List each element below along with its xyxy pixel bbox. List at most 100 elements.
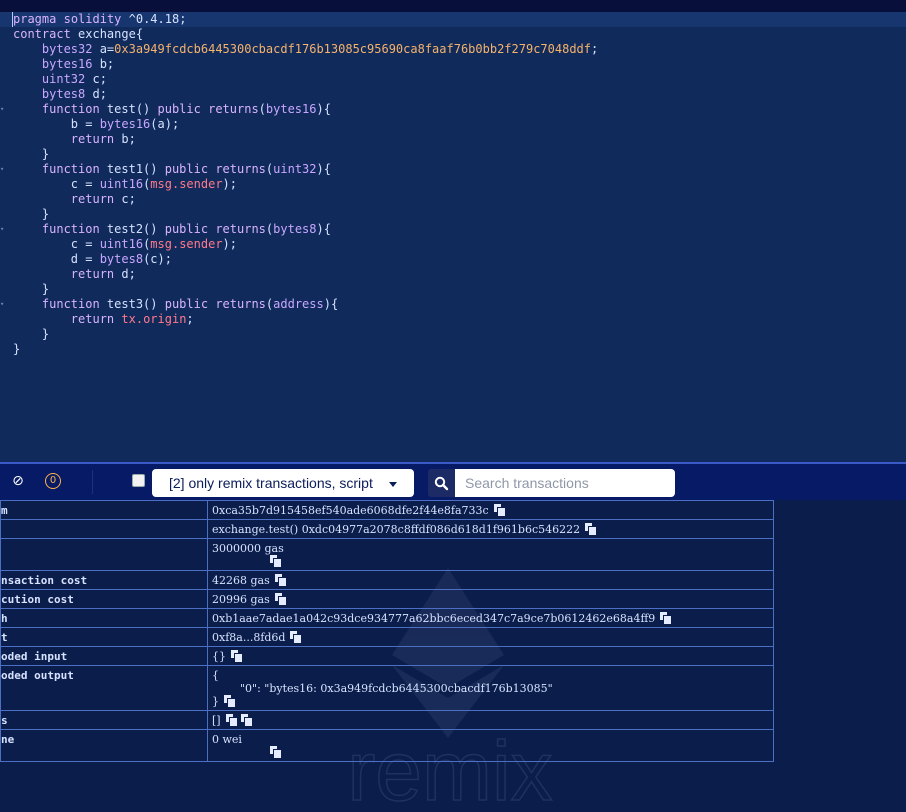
copy-icon[interactable]: [274, 593, 286, 605]
transaction-field-key: [0, 519, 208, 539]
transaction-value-text: 0 wei: [212, 733, 242, 746]
copy-icon[interactable]: [270, 555, 281, 567]
transaction-row: h 0xb1aae7adae1a042c93dce934777a62bbc6ece…: [0, 608, 774, 628]
transaction-field-key: nsaction cost: [0, 570, 208, 590]
copy-icon[interactable]: [290, 631, 302, 643]
pending-transactions-icon[interactable]: 0: [45, 473, 61, 489]
code-line[interactable]: uint32 c;: [0, 72, 906, 87]
code-line[interactable]: ▾ function test1() public returns(uint32…: [0, 162, 906, 177]
gutter-cell: [0, 72, 6, 87]
code-line[interactable]: return tx.origin;: [0, 312, 906, 327]
transaction-row: s []: [0, 710, 774, 730]
copy-icon[interactable]: [274, 574, 286, 586]
transaction-value-text: 0xb1aae7adae1a042c93dce934777a62bbc6eced…: [212, 612, 656, 625]
code-line-text: return b;: [70, 132, 136, 146]
transaction-field-value: 42268 gas: [207, 570, 774, 590]
copy-icon[interactable]: [493, 504, 505, 516]
code-line[interactable]: bytes32 a=0x3a949fcdcb6445300cbacdf176b1…: [0, 42, 906, 57]
transaction-row: nsaction cost 42268 gas: [0, 570, 774, 590]
fold-arrow-icon[interactable]: ▾: [0, 297, 6, 312]
fold-arrow-icon[interactable]: ▾: [0, 102, 6, 117]
copy-icon[interactable]: [224, 695, 235, 707]
gutter-cell: [0, 267, 6, 282]
copy-icon[interactable]: [585, 523, 597, 535]
code-line[interactable]: ▾ function test2() public returns(bytes8…: [0, 222, 906, 237]
gutter-cell: [0, 87, 6, 102]
code-line-text: c = uint16(msg.sender);: [13, 237, 237, 251]
transaction-value-text: 3000000 gas: [212, 542, 284, 555]
code-line[interactable]: return b;: [0, 132, 906, 147]
code-line[interactable]: return c;: [0, 192, 906, 207]
code-line-text: bytes16 b;: [41, 57, 115, 71]
code-line-text: }: [13, 282, 50, 296]
gutter-cell: [0, 27, 6, 42]
code-line-text: function test() public returns(bytes16){: [41, 102, 331, 116]
code-line-text: pragma solidity ^0.4.18;: [13, 12, 187, 26]
code-line[interactable]: d = bytes8(c);: [0, 252, 906, 267]
code-line[interactable]: }: [0, 282, 906, 297]
transaction-field-value: exchange.test() 0xdc04977a2078c8ffdf086d…: [207, 519, 774, 539]
code-line-text: }: [13, 342, 21, 356]
copy-icon[interactable]: [225, 714, 237, 726]
code-line[interactable]: ▾ function test3() public returns(addres…: [0, 297, 906, 312]
gutter-cell: [0, 117, 6, 132]
toolbar-divider: [92, 470, 93, 494]
copy-icon-row: [265, 746, 769, 759]
code-line[interactable]: b = bytes16(a);: [0, 117, 906, 132]
search-button[interactable]: [428, 469, 455, 497]
transaction-field-key: [0, 538, 208, 571]
code-area[interactable]: pragma solidity ^0.4.18; contract exchang…: [0, 12, 906, 357]
listen-network-checkbox[interactable]: [132, 474, 145, 487]
transaction-value-text: 42268 gas: [212, 574, 270, 587]
code-line[interactable]: }: [0, 207, 906, 222]
gutter-cell: [0, 132, 6, 147]
fold-arrow-icon[interactable]: ▾: [0, 162, 6, 177]
gutter-cell: [0, 12, 6, 27]
transaction-field-value: 20996 gas: [207, 589, 774, 609]
code-line-text: c = uint16(msg.sender);: [13, 177, 237, 191]
transaction-field-value: 0xf8a...8fd6d: [207, 627, 774, 647]
code-line[interactable]: }: [0, 342, 906, 357]
caret-down-icon: [389, 482, 397, 487]
transaction-field-value: 0xca35b7d915458ef540ade6068dfe2f44e8fa73…: [207, 500, 774, 520]
terminal-toolbar: ⊘ 0 [2] only remix transactions, script: [0, 462, 906, 500]
transaction-value-text: 20996 gas: [212, 593, 270, 606]
code-line[interactable]: pragma solidity ^0.4.18;: [0, 12, 906, 27]
code-line[interactable]: bytes16 b;: [0, 57, 906, 72]
transaction-value-text: []: [212, 714, 221, 727]
code-line[interactable]: ▾ function test() public returns(bytes16…: [0, 102, 906, 117]
copy-icon[interactable]: [231, 650, 242, 662]
copy-icon[interactable]: [270, 746, 281, 758]
code-editor[interactable]: pragma solidity ^0.4.18; contract exchang…: [0, 0, 906, 462]
gutter-cell: [0, 237, 6, 252]
code-line-text: return tx.origin;: [70, 312, 194, 326]
clear-console-icon[interactable]: ⊘: [10, 473, 26, 489]
transaction-row: m 0xca35b7d915458ef540ade6068dfe2f44e8fa7…: [0, 500, 774, 520]
code-line[interactable]: }: [0, 327, 906, 342]
text-cursor: [12, 12, 13, 27]
code-line[interactable]: bytes8 d;: [0, 87, 906, 102]
code-line-text: d = bytes8(c);: [13, 252, 172, 266]
code-line-text: function test1() public returns(uint32){: [41, 162, 331, 176]
transaction-field-key: cution cost: [0, 589, 208, 609]
gutter-cell: [0, 192, 6, 207]
code-line[interactable]: c = uint16(msg.sender);: [0, 177, 906, 192]
filter-dropdown-label: [2] only remix transactions, script: [169, 475, 373, 491]
copy-icon[interactable]: [240, 714, 252, 726]
fold-arrow-icon[interactable]: ▾: [0, 222, 6, 237]
code-line[interactable]: c = uint16(msg.sender);: [0, 237, 906, 252]
gutter-cell: [0, 42, 6, 57]
transaction-filter-dropdown[interactable]: [2] only remix transactions, script: [152, 469, 414, 497]
transaction-field-key: t: [0, 627, 208, 647]
code-line[interactable]: contract exchange{: [0, 27, 906, 42]
code-line-text: function test2() public returns(bytes8){: [41, 222, 331, 236]
transaction-field-key: oded output: [0, 665, 208, 711]
copy-icon[interactable]: [660, 612, 672, 624]
search-transactions-input[interactable]: [455, 469, 675, 497]
terminal-log[interactable]: remix m 0xca35b7d915458ef540ade6068dfe2f4…: [0, 500, 906, 812]
editor-tab-bar: [0, 0, 906, 12]
transaction-row: oded input {}: [0, 646, 774, 666]
code-line-text: function test3() public returns(address)…: [41, 297, 339, 311]
code-line[interactable]: return d;: [0, 267, 906, 282]
code-line[interactable]: }: [0, 147, 906, 162]
